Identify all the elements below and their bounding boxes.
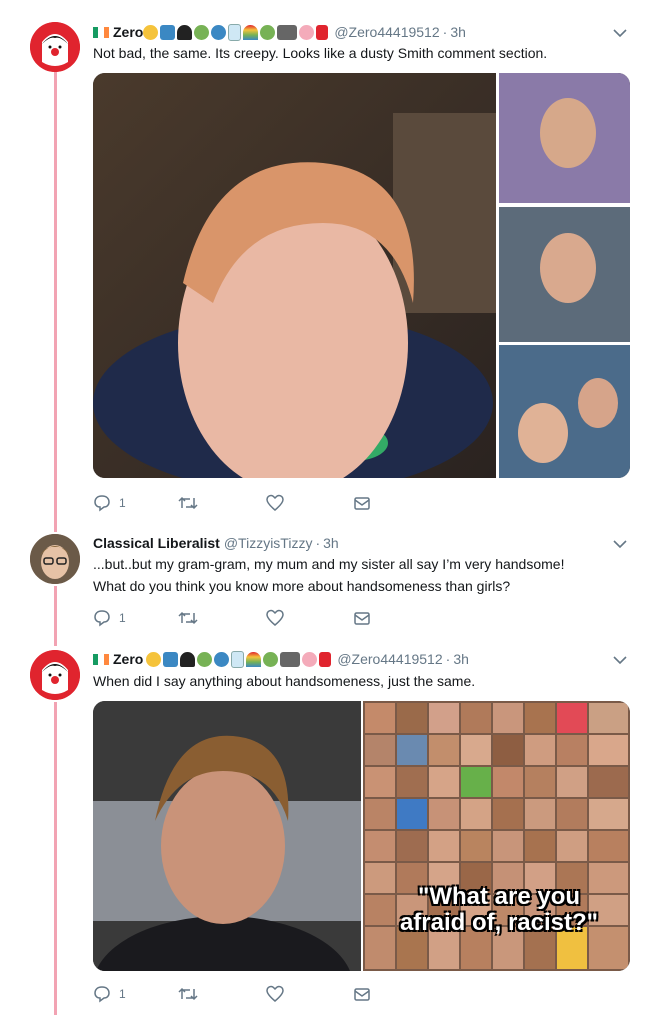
spade-icon [180, 651, 196, 667]
retweet-button[interactable] [178, 609, 198, 627]
avatar[interactable] [30, 22, 80, 72]
reply-button[interactable]: 1 [93, 494, 126, 512]
reply-icon [94, 610, 110, 627]
retweet-button[interactable] [178, 494, 198, 512]
display-name[interactable]: Classical Liberalist [93, 535, 220, 551]
tweet-media[interactable]: "What are you afraid of, racist?" [93, 701, 630, 971]
clown-face-icon [30, 650, 80, 700]
chevron-down-icon[interactable] [613, 655, 627, 665]
retweet-button[interactable] [178, 985, 198, 1003]
reply-count: 1 [119, 611, 126, 625]
rainbow-icon [243, 24, 259, 40]
like-button[interactable] [266, 494, 284, 512]
message-button[interactable] [353, 494, 371, 512]
user-handle[interactable]: @Zero44419512 [334, 24, 439, 40]
like-icon [266, 609, 284, 626]
message-icon [354, 612, 370, 625]
glass-icon [228, 23, 242, 41]
retweet-icon [178, 496, 198, 510]
media-caption-line: afraid of, racist?" [399, 909, 599, 936]
timestamp[interactable]: 3h [453, 651, 469, 667]
slot-machine-icon [280, 651, 301, 667]
frog-face-icon [197, 651, 213, 667]
chevron-down-icon[interactable] [613, 539, 627, 549]
separator-dot: · [445, 651, 451, 667]
message-button[interactable] [353, 609, 371, 627]
user-handle[interactable]: @Zero44419512 [337, 651, 442, 667]
like-icon [266, 494, 284, 511]
hashtag-icon [163, 651, 179, 667]
retweet-icon [178, 987, 198, 1001]
flag-icon [316, 24, 329, 40]
globe-icon [211, 24, 227, 40]
pig-face-icon [299, 24, 315, 40]
frog-face-icon [194, 24, 210, 40]
reply-count: 1 [119, 496, 126, 510]
hashtag-icon [160, 24, 176, 40]
ireland-flag-icon [93, 26, 109, 38]
display-name[interactable]: Zero [113, 24, 143, 40]
tweet-text-line: What do you think you know more about ha… [93, 578, 511, 594]
tweet-text: When did I say anything about handsomene… [93, 673, 476, 689]
display-name[interactable]: Zero [113, 651, 143, 667]
rainbow-icon [246, 651, 262, 667]
tweet-header: Zero @Zero44419512 · 3h [93, 22, 466, 42]
ok-hand-icon [143, 24, 159, 40]
clown-face-icon [30, 22, 80, 72]
tweet-2[interactable]: Classical Liberalist @TizzyisTizzy · 3h … [0, 520, 663, 640]
tweet-1[interactable]: Zero @Zero44419512 · 3h Not bad, the sam… [0, 0, 663, 520]
chevron-down-icon[interactable] [613, 28, 627, 38]
tweet-text: ...but..but my gram-gram, my mum and my … [93, 553, 633, 597]
tweet-header: Zero @Zero44419512 · 3h [93, 649, 469, 669]
like-button[interactable] [266, 609, 284, 627]
reply-icon [94, 986, 110, 1003]
timestamp[interactable]: 3h [450, 24, 466, 40]
reply-button[interactable]: 1 [93, 985, 126, 1003]
user-handle[interactable]: @TizzyisTizzy [224, 535, 313, 551]
tweet-media[interactable] [93, 73, 630, 478]
like-icon [266, 985, 284, 1002]
tweet-header: Classical Liberalist @TizzyisTizzy · 3h [93, 533, 339, 553]
timestamp[interactable]: 3h [323, 535, 339, 551]
media-caption: "What are you afraid of, racist?" [368, 884, 630, 936]
reply-count: 1 [119, 987, 126, 1001]
flag-icon [319, 651, 332, 667]
ok-hand-icon [146, 651, 162, 667]
message-button[interactable] [353, 985, 371, 1003]
spade-icon [177, 24, 193, 40]
message-icon [354, 497, 370, 510]
separator-dot: · [442, 24, 448, 40]
slot-machine-icon [277, 24, 298, 40]
retweet-icon [178, 611, 198, 625]
frog-icon [260, 24, 276, 40]
media-caption-line: "What are you [417, 883, 581, 910]
tweet-text-line: ...but..but my gram-gram, my mum and my … [93, 556, 565, 572]
pig-face-icon [302, 651, 318, 667]
tweet-text: Not bad, the same. Its creepy. Looks lik… [93, 45, 548, 61]
tweet-actions: 1 [93, 494, 473, 512]
like-button[interactable] [266, 985, 284, 1003]
glass-icon [231, 650, 245, 668]
tweet-actions: 1 [93, 985, 473, 1003]
message-icon [354, 988, 370, 1001]
tweet-actions: 1 [93, 609, 473, 627]
reply-button[interactable]: 1 [93, 609, 126, 627]
profile-photo-icon [30, 534, 80, 584]
separator-dot: · [315, 535, 321, 551]
ireland-flag-icon [93, 653, 109, 665]
reply-icon [94, 495, 110, 512]
avatar[interactable] [30, 650, 80, 700]
photo-collage [93, 73, 630, 478]
frog-icon [263, 651, 279, 667]
globe-icon [214, 651, 230, 667]
tweet-3[interactable]: Zero @Zero44419512 · 3h When did I say a… [0, 640, 663, 1015]
avatar[interactable] [30, 534, 80, 584]
